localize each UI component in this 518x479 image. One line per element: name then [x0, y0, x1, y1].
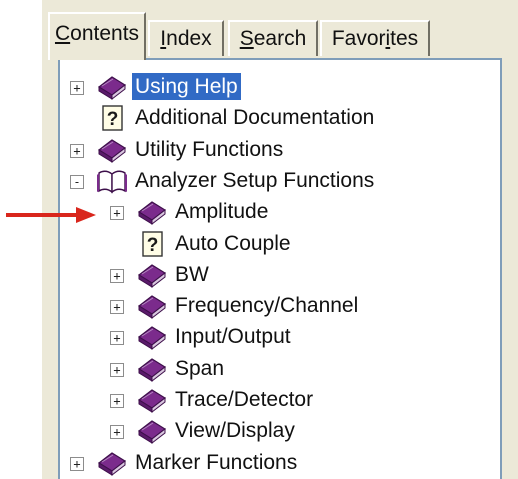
tree-node-label[interactable]: BW — [172, 261, 212, 288]
tab-search-label: earch — [253, 27, 307, 50]
expand-icon[interactable]: + — [110, 206, 124, 221]
expand-icon[interactable]: + — [110, 425, 124, 440]
tree-node-label[interactable]: Span — [172, 355, 227, 382]
tree-node-label[interactable]: Frequency/Channel — [172, 292, 361, 319]
tab-strip: Contents Index Search Favorites — [42, 0, 518, 66]
tree-node[interactable]: + Trace/Detector — [60, 385, 500, 415]
book-icon — [136, 355, 168, 383]
svg-text:?: ? — [147, 235, 159, 256]
tree-node-label[interactable]: Marker Functions — [132, 449, 300, 476]
tab-index[interactable]: Index — [148, 20, 224, 56]
tree-node-label[interactable]: Amplitude — [172, 198, 271, 225]
expand-icon[interactable]: + — [70, 81, 84, 95]
expand-icon[interactable]: + — [110, 394, 124, 408]
help-page-icon: ? — [96, 104, 128, 132]
book-icon — [96, 449, 128, 477]
book-icon — [136, 386, 168, 414]
tree-node-label[interactable]: Trace/Detector — [172, 386, 316, 413]
tree-node[interactable]: + Utility Functions — [60, 135, 500, 165]
expand-icon[interactable]: + — [70, 456, 84, 471]
book-icon — [136, 198, 168, 226]
book-icon — [136, 323, 168, 351]
tree-node[interactable]: + Frequency/Channel — [60, 291, 500, 321]
tab-contents-label-accel: C — [54, 22, 71, 45]
tree-node[interactable]: + BW — [60, 260, 500, 290]
tab-index-label: ndex — [166, 27, 212, 50]
tab-contents-label: ontents — [70, 22, 140, 45]
arrow-head — [76, 207, 96, 223]
expand-icon[interactable]: + — [110, 331, 124, 346]
tree-node-label[interactable]: Auto Couple — [172, 230, 294, 257]
red-arrow-icon — [6, 207, 96, 223]
tree-node[interactable]: + Marker Functions — [60, 448, 500, 478]
expand-icon[interactable]: + — [110, 362, 124, 377]
expand-icon[interactable]: + — [70, 143, 84, 158]
book-icon — [96, 73, 128, 101]
book-icon — [136, 261, 168, 289]
tab-search[interactable]: Search — [228, 20, 318, 56]
tree-node[interactable]: ? Auto Couple — [60, 229, 500, 259]
tree-node[interactable]: ? Additional Documentation — [60, 103, 500, 133]
tree-node-label[interactable]: Using Help — [132, 73, 241, 100]
expand-icon[interactable]: + — [110, 268, 124, 283]
tree-node-label[interactable]: Additional Documentation — [132, 104, 377, 131]
contents-tree[interactable]: + Using Help? Additional Documentation + Uti… — [58, 58, 502, 479]
tree-node[interactable]: + View/Display — [60, 416, 500, 446]
tree-node-label[interactable]: View/Display — [172, 417, 298, 444]
tab-search-label-accel: S — [239, 27, 254, 50]
tree-node[interactable]: + Using Help — [60, 72, 500, 102]
tab-contents[interactable]: Contents — [48, 12, 146, 60]
collapse-icon[interactable]: - — [70, 174, 84, 189]
tab-favorites-label-pre: Favor — [331, 27, 386, 50]
tree-node-label[interactable]: Input/Output — [172, 323, 294, 350]
help-page-icon: ? — [136, 230, 168, 258]
tree-node[interactable]: + Amplitude — [60, 197, 500, 227]
tab-favorites[interactable]: Favorites — [320, 20, 430, 56]
book-icon — [96, 136, 128, 164]
expand-icon[interactable]: + — [110, 300, 124, 315]
tab-favorites-label: tes — [390, 27, 419, 50]
tree-node-label[interactable]: Analyzer Setup Functions — [132, 167, 377, 194]
book-icon — [136, 292, 168, 320]
tree-node[interactable]: + Span — [60, 354, 500, 384]
tree-node-label[interactable]: Utility Functions — [132, 136, 286, 163]
open-book-icon — [96, 167, 128, 195]
book-icon — [136, 417, 168, 445]
tree-node[interactable]: - Analyzer Setup Functions — [60, 166, 500, 196]
svg-text:?: ? — [107, 109, 119, 130]
tree-node[interactable]: + Input/Output — [60, 322, 500, 352]
help-navigation-pane: Contents Index Search Favorites + Using H… — [42, 0, 518, 479]
